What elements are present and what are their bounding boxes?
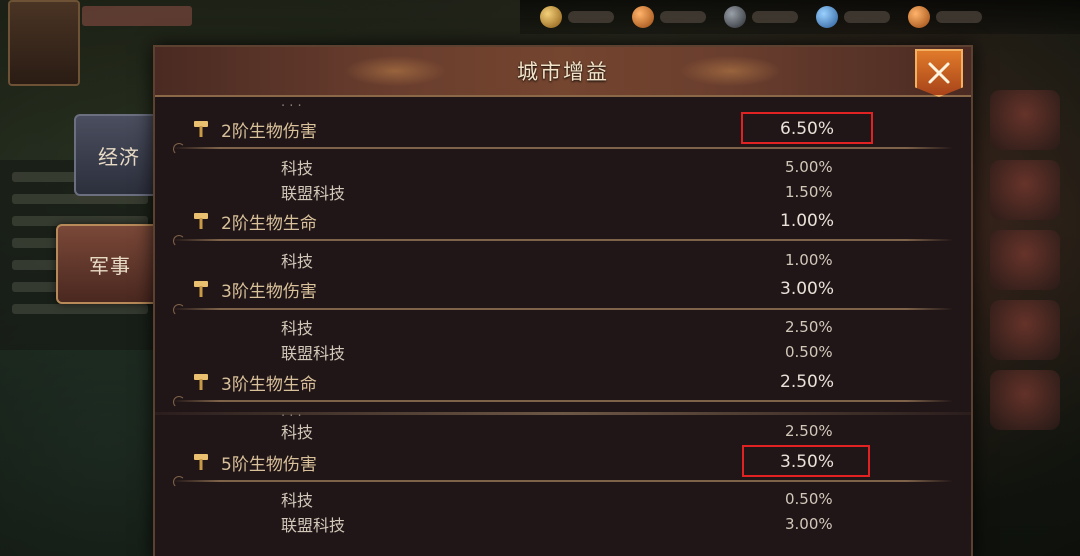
- resource-crystal[interactable]: [816, 6, 890, 28]
- dialog-title: 城市增益: [517, 60, 609, 84]
- category-value: 2.50%: [780, 372, 835, 392]
- wood-icon: [632, 6, 654, 28]
- sub-value: 1.00%: [785, 251, 833, 269]
- header-ornament-right: [671, 53, 791, 89]
- resource-bar: [520, 0, 1080, 34]
- highlight-box-5-damage: [742, 445, 870, 477]
- gift-item[interactable]: [990, 90, 1060, 150]
- sub-value: 3.00%: [785, 515, 833, 533]
- resource-gem[interactable]: [908, 6, 982, 28]
- sub-label: 科技: [281, 252, 314, 271]
- hero-item[interactable]: [990, 230, 1060, 290]
- divider: [173, 235, 953, 247]
- list-item-sub: 科技 2.50%: [155, 313, 971, 341]
- avatar[interactable]: [8, 0, 80, 86]
- category-label: 5阶生物伤害: [221, 454, 317, 475]
- sub-label: 科技: [281, 491, 314, 510]
- tab-economy[interactable]: 经济: [74, 114, 164, 196]
- hammer-icon: [194, 213, 208, 229]
- category-value: 3.00%: [780, 279, 835, 299]
- category-value: 1.00%: [780, 211, 835, 231]
- tab-military-label: 军事: [89, 253, 131, 278]
- list-item-sub: 联盟科技 3.00%: [155, 510, 971, 538]
- dialog-header: 城市增益: [155, 47, 971, 97]
- quest-item[interactable]: [990, 300, 1060, 360]
- category-label: 3阶生物伤害: [221, 281, 317, 302]
- hammer-icon: [194, 121, 208, 137]
- gold-icon: [540, 6, 562, 28]
- category-label: 3阶生物生命: [221, 374, 317, 395]
- hammer-icon: [194, 374, 208, 390]
- highlight-box-2-damage: [741, 112, 873, 144]
- divider: [173, 304, 953, 316]
- list-item-category: 3阶生物生命 2.50%: [155, 368, 971, 396]
- tab-military[interactable]: 军事: [56, 224, 164, 304]
- category-label: 2阶生物伤害: [221, 121, 317, 142]
- sub-label: 科技: [281, 423, 314, 442]
- hammer-icon: [194, 281, 208, 297]
- list-item-sub: 科技 5.00%: [155, 153, 971, 181]
- list-item-sub: 科技 0.50%: [155, 485, 971, 513]
- list-item-sub: 联盟科技 1.50%: [155, 178, 971, 206]
- divider: [173, 396, 953, 408]
- sub-value: 0.50%: [785, 343, 833, 361]
- close-button[interactable]: [915, 49, 963, 97]
- resource-stone[interactable]: [724, 6, 798, 28]
- sub-label: 联盟科技: [281, 184, 346, 203]
- header-ornament-left: [335, 53, 455, 89]
- player-name-strip: [82, 6, 192, 26]
- sub-label: 联盟科技: [281, 344, 346, 363]
- sub-value: 5.00%: [785, 158, 833, 176]
- sub-value: 0.50%: [785, 490, 833, 508]
- close-icon: [928, 62, 950, 84]
- screenshot-seam: [155, 412, 971, 415]
- buff-list[interactable]: . . . 2阶生物伤害 6.50% 科技 5.00% 联盟科技 1.50% 2…: [155, 97, 971, 556]
- sub-label: 联盟科技: [281, 516, 346, 535]
- sub-value: 2.50%: [785, 318, 833, 336]
- sub-value: 1.50%: [785, 183, 833, 201]
- list-item-sub: 科技 1.00%: [155, 246, 971, 274]
- category-label: 2阶生物生命: [221, 213, 317, 234]
- divider: [173, 143, 953, 155]
- sub-label: 科技: [281, 159, 314, 178]
- tab-economy-label: 经济: [98, 144, 140, 169]
- sub-label: 科技: [281, 319, 314, 338]
- list-item-sub: 科技 2.50%: [155, 417, 971, 445]
- city-buff-dialog: 城市增益 . . . 2阶生物伤害 6.50% 科技 5.00% 联盟科技 1.…: [153, 45, 973, 556]
- resource-gold[interactable]: [540, 6, 614, 28]
- list-item-sub: 联盟科技 0.50%: [155, 338, 971, 366]
- event-item[interactable]: [990, 160, 1060, 220]
- hammer-icon: [194, 454, 208, 470]
- divider: [173, 476, 953, 488]
- resource-wood[interactable]: [632, 6, 706, 28]
- list-item-category: 2阶生物生命 1.00%: [155, 207, 971, 235]
- stone-icon: [724, 6, 746, 28]
- partial-row-top: . . .: [281, 97, 302, 110]
- list-item-category: 3阶生物伤害 3.00%: [155, 275, 971, 303]
- crystal-icon: [816, 6, 838, 28]
- sub-value: 2.50%: [785, 422, 833, 440]
- chest-item[interactable]: [990, 370, 1060, 430]
- gem-icon: [908, 6, 930, 28]
- right-side-items: [970, 80, 1080, 520]
